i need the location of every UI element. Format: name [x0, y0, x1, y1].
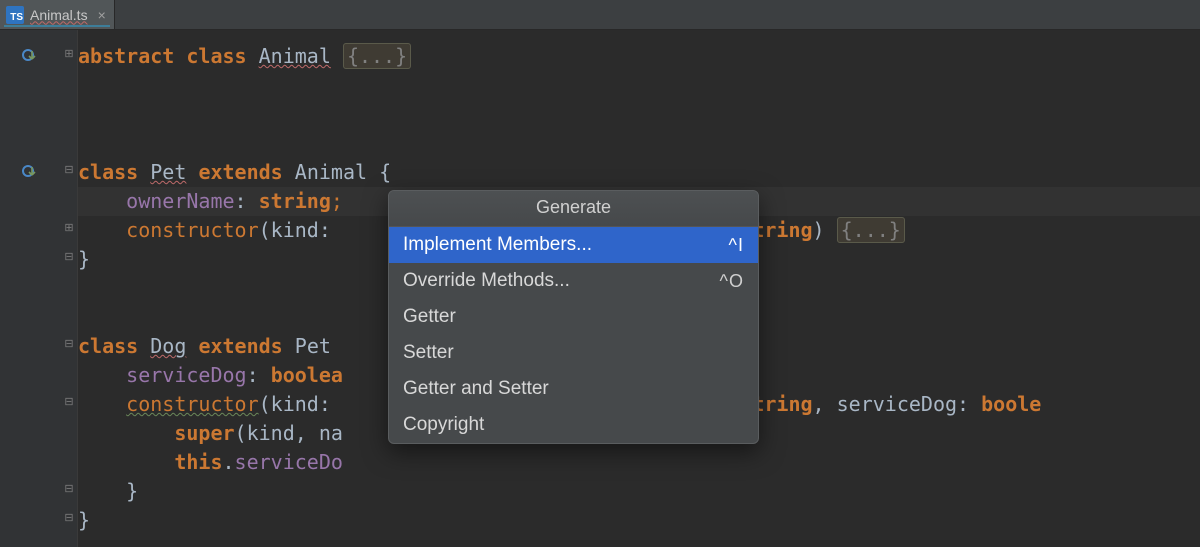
fold-end-icon[interactable]: ⊟: [63, 483, 75, 495]
code-line: }: [78, 477, 1200, 506]
popup-item[interactable]: Override Methods... ^O: [389, 263, 758, 299]
fold-end-icon[interactable]: ⊟: [63, 512, 75, 524]
close-icon[interactable]: ×: [98, 7, 106, 23]
tab-filename: Animal.ts: [30, 7, 88, 23]
popup-item-label: Override Methods...: [403, 270, 570, 292]
file-tab[interactable]: TS Animal.ts ×: [0, 0, 115, 29]
fold-icon[interactable]: ⊟: [63, 338, 75, 350]
code-line: class Pet extends Animal {: [78, 158, 1200, 187]
popup-item[interactable]: Implement Members... ^I: [389, 227, 758, 263]
popup-item-shortcut: ^O: [720, 271, 744, 292]
code-line: [78, 129, 1200, 158]
override-gutter-icon[interactable]: [22, 162, 40, 180]
popup-title: Generate: [389, 191, 758, 227]
fold-icon[interactable]: ⊞: [63, 222, 75, 234]
popup-item-label: Copyright: [403, 414, 484, 436]
override-gutter-icon[interactable]: [22, 46, 40, 64]
popup-item[interactable]: Getter and Setter: [389, 371, 758, 407]
popup-item-label: Getter and Setter: [403, 378, 549, 400]
code-line: abstract class Animal {...}: [78, 42, 1200, 71]
popup-item-shortcut: ^I: [729, 235, 744, 256]
fold-icon[interactable]: ⊞: [63, 48, 75, 60]
tab-bar: TS Animal.ts ×: [0, 0, 1200, 30]
code-line: this.serviceDo: [78, 448, 1200, 477]
ts-file-icon: TS: [6, 6, 24, 24]
popup-item[interactable]: Getter: [389, 299, 758, 335]
code-line: }: [78, 506, 1200, 535]
fold-icon[interactable]: ⊟: [63, 164, 75, 176]
popup-item[interactable]: Setter: [389, 335, 758, 371]
popup-item[interactable]: Copyright: [389, 407, 758, 443]
fold-end-icon[interactable]: ⊟: [63, 251, 75, 263]
popup-item-label: Implement Members...: [403, 234, 592, 256]
popup-item-label: Getter: [403, 306, 456, 328]
generate-popup: Generate Implement Members... ^I Override …: [388, 190, 759, 444]
code-line: [78, 71, 1200, 100]
gutter: ⊞ ⊟ ⊞ ⊟ ⊟ ⊟ ⊟ ⊟: [0, 30, 78, 547]
fold-icon[interactable]: ⊟: [63, 396, 75, 408]
popup-item-label: Setter: [403, 342, 454, 364]
code-line: [78, 100, 1200, 129]
